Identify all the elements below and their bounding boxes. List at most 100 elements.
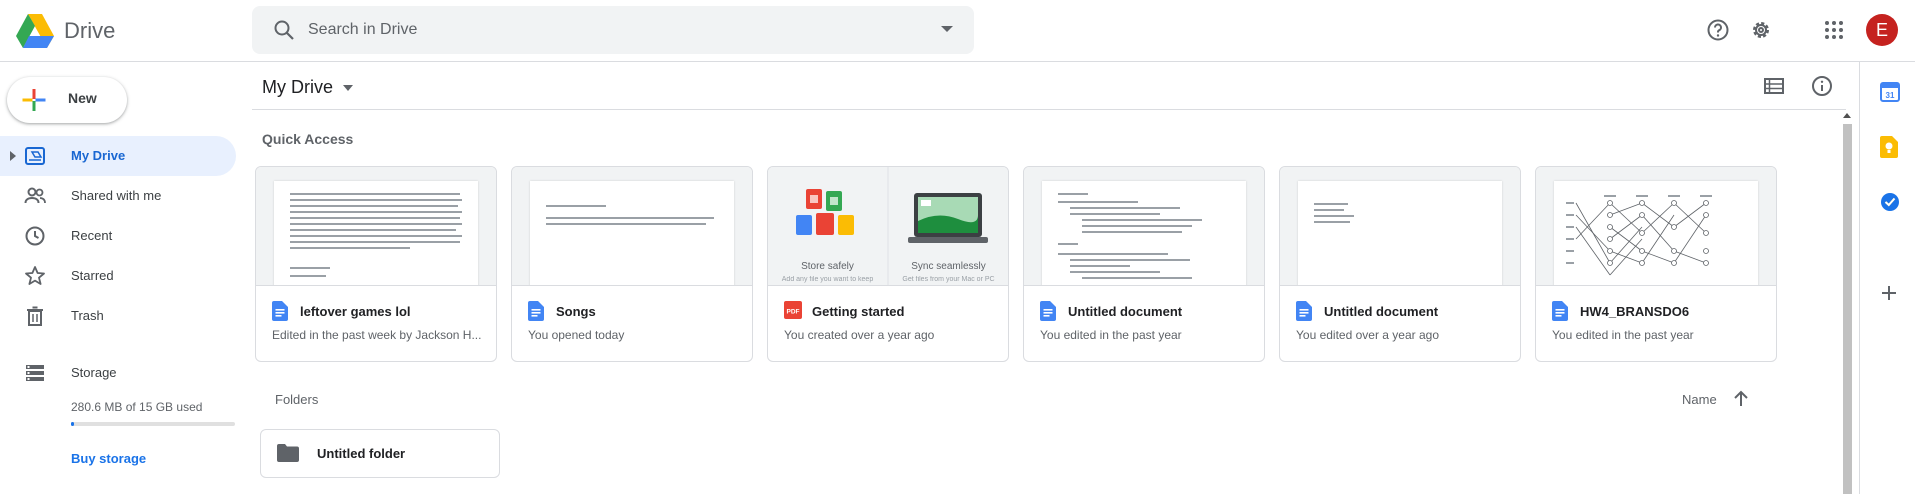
- preview-subcaption: Get files from your Mac or PC: [902, 276, 995, 283]
- file-types-illustration: [796, 189, 854, 235]
- google-doc-icon: [1296, 301, 1312, 321]
- keep-icon[interactable]: [1880, 136, 1898, 158]
- google-doc-icon: [1040, 301, 1056, 321]
- list-view-icon[interactable]: [1764, 76, 1784, 96]
- file-card[interactable]: Untitled document You edited in the past…: [1023, 166, 1265, 362]
- buy-storage-link[interactable]: Buy storage: [71, 451, 146, 466]
- folder-icon: [277, 444, 299, 462]
- add-icon[interactable]: [1880, 284, 1898, 302]
- tasks-icon[interactable]: [1880, 192, 1900, 212]
- document-preview: [1554, 181, 1758, 285]
- top-bar: Drive E: [0, 0, 1915, 62]
- folders-heading: Folders: [275, 392, 319, 407]
- trash-icon: [27, 306, 43, 326]
- sidebar-item-label: Recent: [71, 228, 113, 243]
- file-activity: You edited in the past year: [1040, 328, 1182, 342]
- new-button[interactable]: New: [7, 77, 127, 123]
- google-doc-icon: [1552, 301, 1568, 321]
- sidebar-item-starred[interactable]: Starred: [0, 256, 236, 296]
- storage-usage-bar: [71, 422, 235, 426]
- quick-access-heading: Quick Access: [262, 131, 354, 147]
- google-doc-icon: [528, 301, 544, 321]
- storage-usage-fill: [71, 422, 75, 426]
- file-name: Untitled document: [1068, 304, 1183, 319]
- sidebar-item-storage[interactable]: Storage: [0, 353, 236, 393]
- app-title: Drive: [64, 18, 116, 43]
- file-name: Getting started: [812, 304, 905, 319]
- search-bar[interactable]: [252, 6, 974, 54]
- file-activity: You edited in the past year: [1552, 328, 1694, 342]
- svg-text:PDF: PDF: [787, 309, 800, 316]
- chevron-down-icon[interactable]: [342, 84, 354, 92]
- drive-logo[interactable]: Drive: [16, 14, 115, 48]
- file-card[interactable]: Store safely Add any file you want to ke…: [767, 166, 1009, 362]
- search-input[interactable]: [308, 6, 868, 54]
- document-preview: [1298, 181, 1502, 285]
- google-doc-icon: [272, 301, 288, 321]
- document-preview: [530, 181, 734, 285]
- file-card[interactable]: Untitled document You edited over a year…: [1279, 166, 1521, 362]
- file-card[interactable]: HW4_BRANSDO6 You edited in the past year: [1535, 166, 1777, 362]
- settings-icon[interactable]: [1749, 18, 1773, 42]
- file-thumbnail: [1024, 167, 1264, 286]
- expand-arrow-icon[interactable]: [9, 150, 17, 162]
- storage-icon: [26, 365, 44, 381]
- people-icon: [24, 187, 46, 204]
- file-card[interactable]: leftover games lol Edited in the past we…: [255, 166, 497, 362]
- arrow-up-icon[interactable]: [1733, 389, 1749, 407]
- laptop-illustration: [908, 193, 988, 243]
- file-thumbnail: [1280, 167, 1520, 286]
- sidebar-item-label: Shared with me: [71, 188, 162, 203]
- search-icon[interactable]: [272, 18, 296, 42]
- info-icon[interactable]: [1811, 75, 1833, 97]
- file-activity: You opened today: [528, 328, 625, 342]
- preview-panel-left: Store safely Add any file you want to ke…: [768, 167, 887, 285]
- file-thumbnail: [256, 167, 496, 286]
- preview-panel-right: Sync seamlessly Get files from your Mac …: [889, 167, 1008, 285]
- search-options-icon[interactable]: [940, 24, 954, 34]
- main-content: My Drive Quick Access leftover games lol…: [252, 62, 1846, 494]
- storage-usage-text: 280.6 MB of 15 GB used: [71, 400, 203, 414]
- sidebar-item-trash[interactable]: Trash: [0, 296, 236, 336]
- sidebar-item-label: Storage: [71, 365, 117, 380]
- file-name: Untitled document: [1324, 304, 1439, 319]
- account-avatar[interactable]: E: [1866, 14, 1898, 46]
- file-card[interactable]: Songs You opened today: [511, 166, 753, 362]
- pdf-icon: PDF: [784, 301, 802, 319]
- file-activity: Edited in the past week by Jackson H...: [272, 328, 482, 342]
- preview-caption: Store safely: [801, 261, 854, 272]
- main-scrollbar[interactable]: [1842, 110, 1852, 494]
- apps-grid-icon[interactable]: [1822, 18, 1846, 42]
- network-diagram-illustration: [1566, 195, 1712, 276]
- svg-text:31: 31: [1886, 91, 1895, 100]
- folder-name: Untitled folder: [317, 446, 406, 461]
- sidebar: New My Drive Shared with me Recent Starr…: [0, 62, 240, 494]
- page-title[interactable]: My Drive: [262, 77, 333, 98]
- document-preview: [274, 181, 478, 285]
- calendar-icon[interactable]: 31: [1880, 82, 1900, 102]
- file-thumbnail: Store safely Add any file you want to ke…: [768, 167, 1008, 286]
- folder-item[interactable]: Untitled folder: [260, 429, 500, 478]
- file-thumbnail: [1536, 167, 1776, 286]
- sidebar-item-shared-with-me[interactable]: Shared with me: [0, 176, 236, 216]
- my-drive-icon: [25, 147, 45, 165]
- file-name: HW4_BRANSDO6: [1580, 304, 1690, 319]
- file-name: Songs: [556, 304, 596, 319]
- plus-icon: [22, 89, 46, 111]
- document-preview: [1042, 181, 1246, 285]
- sidebar-item-label: Trash: [71, 308, 104, 323]
- file-thumbnail: [512, 167, 752, 286]
- drive-logo-icon: [16, 14, 54, 48]
- file-activity: You edited over a year ago: [1296, 328, 1439, 342]
- sort-by-name-button[interactable]: Name: [1682, 392, 1717, 407]
- clock-icon: [25, 226, 45, 246]
- preview-subcaption: Add any file you want to keep: [781, 276, 874, 283]
- sidebar-item-label: My Drive: [71, 148, 126, 163]
- scroll-up-icon[interactable]: [1842, 110, 1852, 120]
- sidebar-item-my-drive[interactable]: My Drive: [0, 136, 236, 176]
- help-icon[interactable]: [1706, 18, 1730, 42]
- scrollbar-thumb[interactable]: [1843, 124, 1852, 494]
- sidebar-item-recent[interactable]: Recent: [0, 216, 236, 256]
- file-name: leftover games lol: [300, 304, 411, 319]
- sidebar-item-label: Starred: [71, 268, 114, 283]
